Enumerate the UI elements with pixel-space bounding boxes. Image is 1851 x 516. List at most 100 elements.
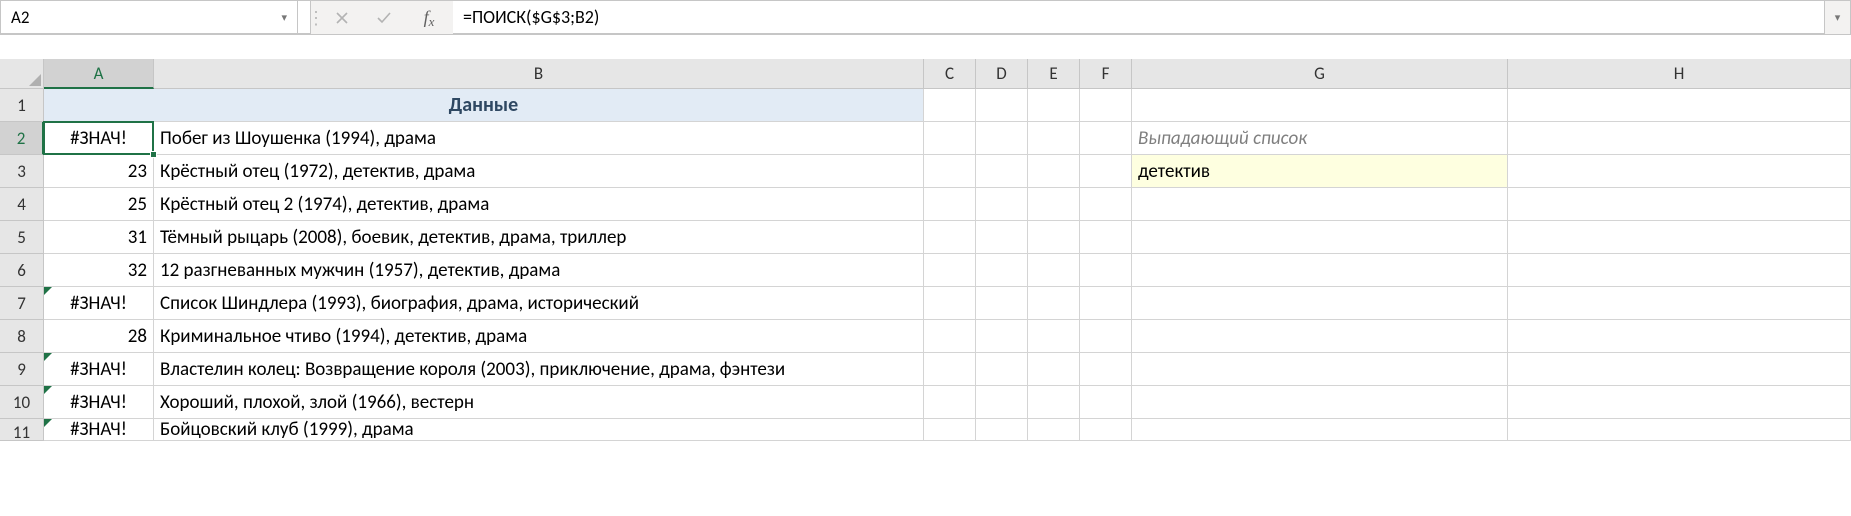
cell[interactable] xyxy=(1028,419,1080,441)
cell-A8[interactable]: 28 xyxy=(44,320,154,353)
cell[interactable] xyxy=(1132,386,1508,419)
cell[interactable] xyxy=(1080,221,1132,254)
cell[interactable] xyxy=(1080,89,1132,122)
cell-B6[interactable]: 12 разгневанных мужчин (1957), детектив,… xyxy=(154,254,924,287)
cell[interactable] xyxy=(1028,254,1080,287)
cell-B10[interactable]: Хороший, плохой, злой (1966), вестерн xyxy=(154,386,924,419)
enter-button[interactable] xyxy=(363,1,405,34)
cell[interactable] xyxy=(924,353,976,386)
cell-B11[interactable]: Бойцовский клуб (1999), драма xyxy=(154,419,924,441)
cell[interactable] xyxy=(1508,353,1851,386)
row-header-4[interactable]: 4 xyxy=(0,188,44,221)
cell[interactable] xyxy=(1080,254,1132,287)
cell[interactable] xyxy=(1508,89,1851,122)
cell[interactable] xyxy=(1508,155,1851,188)
cell[interactable] xyxy=(1132,254,1508,287)
cell[interactable] xyxy=(1080,320,1132,353)
cell[interactable] xyxy=(1508,254,1851,287)
cell[interactable] xyxy=(1080,386,1132,419)
cell-A10[interactable]: #ЗНАЧ! xyxy=(44,386,154,419)
cell[interactable] xyxy=(976,89,1028,122)
cell[interactable] xyxy=(1080,287,1132,320)
row-header-10[interactable]: 10 xyxy=(0,386,44,419)
row-header-1[interactable]: 1 xyxy=(0,89,44,122)
cell-A2[interactable]: #ЗНАЧ! xyxy=(44,122,154,155)
cell[interactable] xyxy=(1080,188,1132,221)
cell[interactable] xyxy=(924,89,976,122)
cell-A9[interactable]: #ЗНАЧ! xyxy=(44,353,154,386)
cell[interactable] xyxy=(976,320,1028,353)
cell[interactable] xyxy=(924,188,976,221)
cell[interactable] xyxy=(1508,188,1851,221)
row-header-8[interactable]: 8 xyxy=(0,320,44,353)
cell[interactable] xyxy=(924,320,976,353)
name-box[interactable]: A2 ▾ xyxy=(0,0,298,34)
cell[interactable] xyxy=(976,287,1028,320)
cell[interactable] xyxy=(976,122,1028,155)
cell[interactable] xyxy=(1508,122,1851,155)
cell[interactable] xyxy=(1080,122,1132,155)
cell[interactable] xyxy=(924,155,976,188)
cell[interactable] xyxy=(1028,188,1080,221)
cell[interactable] xyxy=(924,386,976,419)
expand-formula-bar[interactable]: ▾ xyxy=(1825,0,1851,34)
cell[interactable] xyxy=(1132,287,1508,320)
row-header-7[interactable]: 7 xyxy=(0,287,44,320)
row-header-9[interactable]: 9 xyxy=(0,353,44,386)
cell[interactable] xyxy=(1028,386,1080,419)
cell[interactable] xyxy=(1028,287,1080,320)
cell[interactable] xyxy=(1028,320,1080,353)
cell-header-title[interactable]: Данные xyxy=(44,89,924,122)
cell[interactable] xyxy=(1508,320,1851,353)
cell[interactable] xyxy=(976,221,1028,254)
row-header-5[interactable]: 5 xyxy=(0,221,44,254)
cell-A5[interactable]: 31 xyxy=(44,221,154,254)
col-header-B[interactable]: B xyxy=(154,59,924,89)
cell[interactable] xyxy=(1080,155,1132,188)
col-header-C[interactable]: C xyxy=(924,59,976,89)
col-header-D[interactable]: D xyxy=(976,59,1028,89)
cell[interactable] xyxy=(976,155,1028,188)
cell[interactable] xyxy=(1132,188,1508,221)
col-header-A[interactable]: A xyxy=(44,59,154,89)
cell[interactable] xyxy=(924,221,976,254)
cell[interactable] xyxy=(1508,386,1851,419)
cell[interactable] xyxy=(1028,122,1080,155)
cell-A7[interactable]: #ЗНАЧ! xyxy=(44,287,154,320)
cell[interactable] xyxy=(976,188,1028,221)
cell[interactable] xyxy=(924,122,976,155)
cell[interactable] xyxy=(924,419,976,441)
chevron-down-icon[interactable]: ▾ xyxy=(281,11,287,24)
cell[interactable] xyxy=(1132,419,1508,441)
cell[interactable] xyxy=(976,386,1028,419)
cell[interactable] xyxy=(1028,89,1080,122)
row-header-3[interactable]: 3 xyxy=(0,155,44,188)
cell-B9[interactable]: Властелин колец: Возвращение короля (200… xyxy=(154,353,924,386)
cell[interactable] xyxy=(1132,221,1508,254)
cell[interactable] xyxy=(976,419,1028,441)
insert-function-button[interactable]: fx xyxy=(405,1,453,34)
col-header-G[interactable]: G xyxy=(1132,59,1508,89)
cell[interactable] xyxy=(1080,419,1132,441)
cell-A6[interactable]: 32 xyxy=(44,254,154,287)
cell-B8[interactable]: Криминальное чтиво (1994), детектив, дра… xyxy=(154,320,924,353)
cell[interactable] xyxy=(1132,89,1508,122)
cell[interactable] xyxy=(976,254,1028,287)
cell-A3[interactable]: 23 xyxy=(44,155,154,188)
select-all-corner[interactable] xyxy=(0,59,44,89)
cell[interactable] xyxy=(1132,353,1508,386)
cell-B3[interactable]: Крёстный отец (1972), детектив, драма xyxy=(154,155,924,188)
fill-handle[interactable] xyxy=(150,151,157,158)
cell-B5[interactable]: Тёмный рыцарь (2008), боевик, детектив, … xyxy=(154,221,924,254)
cell[interactable] xyxy=(1028,221,1080,254)
cell-A11[interactable]: #ЗНАЧ! xyxy=(44,419,154,441)
col-header-F[interactable]: F xyxy=(1080,59,1132,89)
col-header-E[interactable]: E xyxy=(1028,59,1080,89)
cell[interactable] xyxy=(976,353,1028,386)
cell[interactable] xyxy=(1080,353,1132,386)
cell-A4[interactable]: 25 xyxy=(44,188,154,221)
cell-G3-dropdown[interactable]: детектив xyxy=(1132,155,1508,188)
row-header-11[interactable]: 11 xyxy=(0,419,44,441)
row-header-2[interactable]: 2 xyxy=(0,122,44,155)
cell[interactable] xyxy=(1132,320,1508,353)
